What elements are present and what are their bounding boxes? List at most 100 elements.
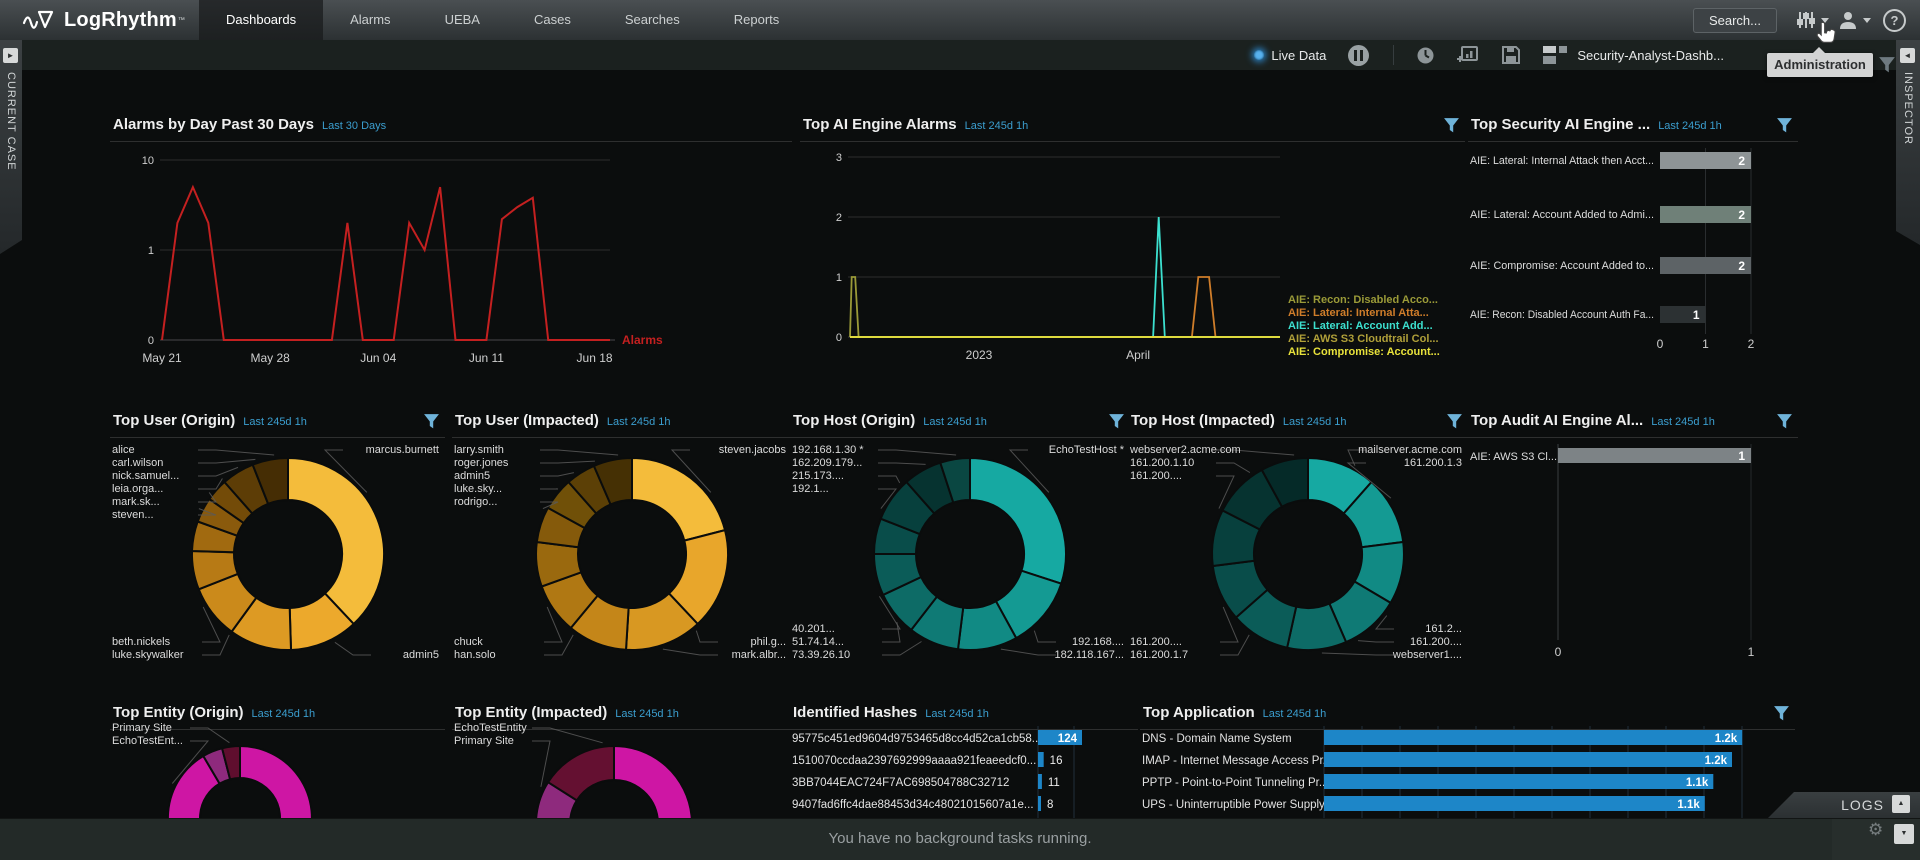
inspector-panel-tab[interactable]: ◄ INSPECTOR [1896,40,1920,245]
slice-label: 161.200.... [1393,636,1462,649]
svg-text:2: 2 [1738,208,1745,222]
logrhythm-logo-icon [22,7,56,33]
add-widget-icon[interactable] [1457,45,1479,65]
slice-label: leia.orga... [112,483,179,496]
logs-collapse-icon[interactable]: ▼ [1894,824,1914,844]
slice-label: webserver1.... [1393,649,1462,662]
chart-area[interactable]: alicecarl.wilsonnick.samuel...leia.orga.… [110,408,445,688]
dashboard-filter-icon[interactable] [1878,56,1896,79]
donut-labels-rb: admin5 [403,649,439,662]
slice-label: admin5 [403,649,439,662]
svg-text:IMAP - Internet Message Access: IMAP - Internet Message Access Pr... [1142,755,1332,767]
svg-text:1: 1 [836,272,842,284]
svg-text:2: 2 [1738,259,1745,273]
current-case-panel-tab[interactable]: ► CURRENT CASE [0,40,22,254]
logs-label: LOGS [1841,797,1884,813]
slice-label: 215.173.... [792,470,864,483]
svg-text:Alarms: Alarms [622,333,663,347]
administration-caret-icon[interactable] [1821,18,1829,23]
administration-tooltip: Administration [1767,53,1873,77]
donut-labels-rt: marcus.burnett [366,444,439,457]
dashboard-layout-icon[interactable] [1543,46,1567,64]
panel-top-security-ai-engine: Top Security AI Engine ...Last 245d 1hAI… [1468,112,1798,380]
live-data-label: Live Data [1271,48,1326,63]
chart-area[interactable]: larry.smithroger.jonesadmin5luke.sky...r… [452,408,792,688]
panel-top-entity-origin: Top Entity (Origin)Last 245d 1hPrimary S… [110,700,445,818]
svg-text:1: 1 [1738,449,1745,463]
donut-labels-lt: webserver2.acme.com161.200.1.10161.200..… [1130,444,1241,483]
donut-labels-lt: EchoTestEntityPrimary Site [454,722,527,748]
chart-area[interactable]: AIE: Lateral: Internal Attack then Acct.… [1468,112,1798,380]
nav-right-controls: Search... ? [1693,0,1920,40]
svg-text:May 28: May 28 [250,351,290,365]
chart-legend: AIE: Recon: Disabled Acco...AIE: Lateral… [1288,294,1440,359]
slice-label: steven... [112,509,179,522]
top-navigation-bar: LogRhythm™ Dashboards Alarms UEBA Cases … [0,0,1920,40]
slice-label: 192.1... [792,483,864,496]
slice-label: beth.nickels [112,636,184,649]
pause-button[interactable] [1348,45,1369,66]
search-button[interactable]: Search... [1693,8,1777,33]
slice-label: mark.sk... [112,496,179,509]
settings-gear-icon[interactable]: ⚙ [1868,820,1883,840]
slice-label: han.solo [454,649,496,662]
svg-text:0: 0 [1555,645,1562,659]
svg-text:8: 8 [1047,799,1053,811]
slice-label: EchoTestHost * [1049,444,1124,457]
chart-area[interactable]: 1010May 21May 28Jun 04Jun 11Jun 18Alarms [110,112,792,380]
svg-text:PPTP - Point-to-Point Tunnelin: PPTP - Point-to-Point Tunneling Pr... [1142,777,1328,789]
save-dashboard-icon[interactable] [1501,45,1521,65]
svg-text:Jun 04: Jun 04 [360,351,396,365]
chart-area[interactable]: EchoTestEntityPrimary Site [452,700,792,818]
help-icon[interactable]: ? [1883,9,1906,32]
legend-item: AIE: AWS S3 Cloudtrail Col... [1288,333,1440,346]
chart-area[interactable]: 95775c451ed9604d9753465d8cc4d52ca1cb58..… [790,700,1138,818]
donut-labels-rt: EchoTestHost * [1049,444,1124,457]
donut-labels-rb: 192.168....182.118.167... [1054,636,1124,662]
donut-labels-lb: 40.201...51.74.14...73.39.26.10 [792,623,850,662]
slice-label: 51.74.14... [792,636,850,649]
expand-inspector-icon[interactable]: ◄ [1900,48,1915,63]
status-bar: You have no background tasks running. [0,818,1920,860]
slice-label: luke.skywalker [112,649,184,662]
svg-text:Jun 11: Jun 11 [469,351,504,365]
chart-area[interactable]: 192.168.1.30 *162.209.179...215.173....1… [790,408,1130,688]
user-caret-icon[interactable] [1863,18,1871,23]
slice-label: admin5 [454,470,508,483]
nav-tab-searches[interactable]: Searches [598,0,707,40]
slice-label: EchoTestEnt... [112,735,183,748]
time-range-clock-icon[interactable] [1416,46,1435,65]
nav-tab-cases[interactable]: Cases [507,0,598,40]
donut-labels-rt: mailserver.acme.com161.200.1.3 [1358,444,1462,470]
administration-sliders-icon[interactable] [1796,10,1816,30]
svg-text:DNS - Domain Name System: DNS - Domain Name System [1142,733,1292,745]
svg-text:10: 10 [142,155,154,167]
chart-area[interactable]: webserver2.acme.com161.200.1.10161.200..… [1128,408,1468,688]
logs-expand-icon[interactable]: ▲ [1892,795,1910,813]
live-data-indicator-icon[interactable] [1254,50,1264,60]
nav-tab-dashboards[interactable]: Dashboards [199,0,323,40]
nav-tab-reports[interactable]: Reports [707,0,807,40]
nav-tab-ueba[interactable]: UEBA [418,0,507,40]
slice-label: 161.2... [1393,623,1462,636]
slice-label: roger.jones [454,457,508,470]
donut-labels-lb: chuckhan.solo [454,636,496,662]
chart-area[interactable]: 32102023AprilAIE: Recon: Disabled Acco..… [800,112,1465,380]
slice-label: carl.wilson [112,457,179,470]
svg-text:AIE: AWS S3 Cl...: AIE: AWS S3 Cl... [1470,451,1557,463]
svg-text:1510070ccdaa2397692999aaaa921f: 1510070ccdaa2397692999aaaa921feaeedcf0..… [792,755,1036,767]
chart-area[interactable]: AIE: AWS S3 Cl...101 [1468,408,1798,670]
slice-label: Primary Site [112,722,183,735]
chart-area[interactable]: DNS - Domain Name System1.2kIMAP - Inter… [1140,700,1795,818]
legend-item: AIE: Lateral: Internal Atta... [1288,307,1440,320]
nav-tab-alarms[interactable]: Alarms [323,0,417,40]
expand-current-case-icon[interactable]: ► [3,48,18,63]
chart-area[interactable]: Primary SiteEchoTestEnt... [110,700,445,818]
dashboard-toolbar: Live Data Security-Analyst-Dashb... [0,40,1920,70]
dashboard-selector[interactable]: Security-Analyst-Dashb... [1577,48,1724,63]
slice-label: 161.200.... [1130,636,1188,649]
user-profile-icon[interactable] [1838,10,1858,30]
slice-label: steven.jacobs [719,444,786,457]
svg-text:16: 16 [1050,755,1063,767]
donut-labels-lt: larry.smithroger.jonesadmin5luke.sky...r… [454,444,508,509]
